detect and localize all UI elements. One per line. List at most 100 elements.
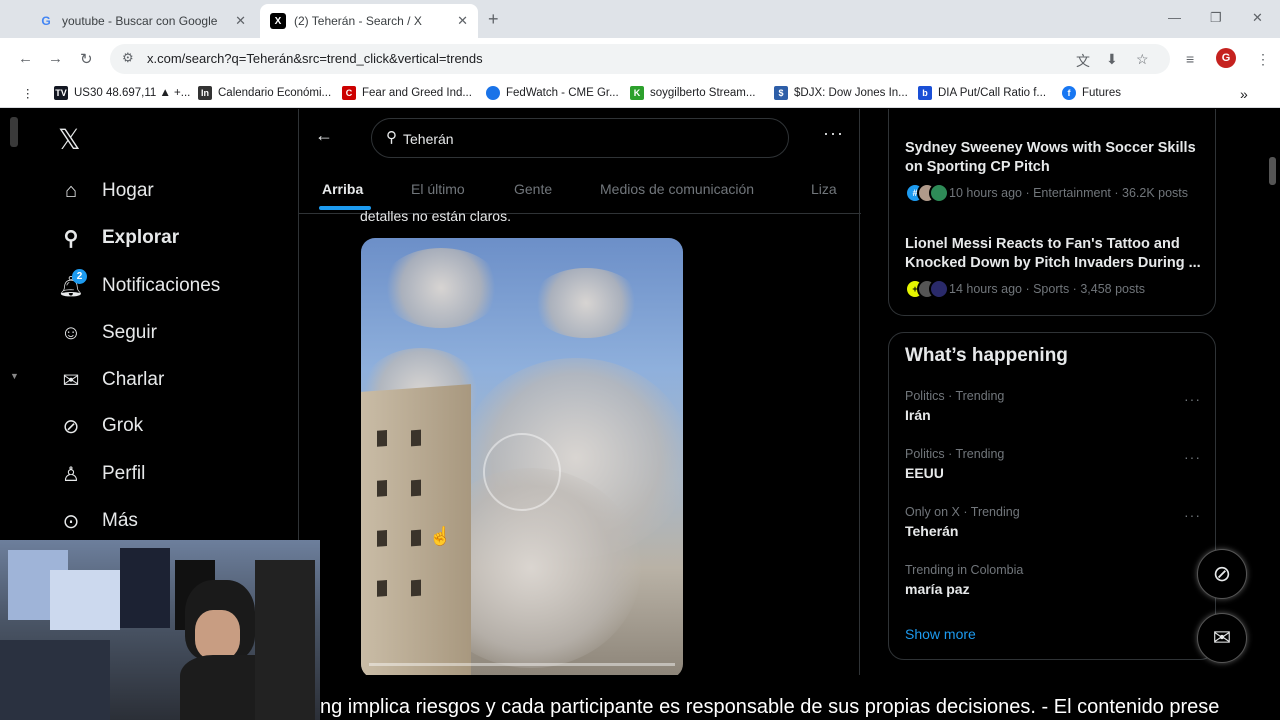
home-icon: ⌂ xyxy=(64,179,78,202)
forward-icon[interactable]: → xyxy=(48,50,63,67)
bookmarks-bar: ⋮ TV US30 48.697,11 ▲ +... In Calendario E… xyxy=(0,80,1280,108)
news-headline[interactable]: Sydney Sweeney Wows with Soccer Skills o… xyxy=(905,139,1205,177)
news-headline[interactable]: Lionel Messi Reacts to Fan's Tattoo and … xyxy=(905,235,1205,273)
person-face-image xyxy=(195,610,240,660)
video-watermark-logo xyxy=(483,433,561,511)
browser-tab-bar: G youtube - Buscar con Google ✕ X (2) Te… xyxy=(0,0,1280,38)
tab-latest[interactable]: El último xyxy=(411,181,465,197)
media-icon[interactable]: ≡ xyxy=(1186,51,1194,67)
barchart-b-icon: b xyxy=(918,86,932,100)
chevron-right-icon[interactable]: » xyxy=(1240,86,1248,102)
nav-explore[interactable]: ⚲ Explorar xyxy=(58,223,179,253)
nav-follow[interactable]: ☺ Seguir xyxy=(58,318,157,348)
bookmark-item[interactable]: In Calendario Económi... xyxy=(198,86,331,100)
kick-icon: K xyxy=(630,86,644,100)
more-options-icon[interactable]: ··· xyxy=(1184,391,1201,407)
search-value: Teherán xyxy=(403,131,454,147)
bookmark-item[interactable]: $ $DJX: Dow Jones In... xyxy=(774,86,908,100)
post-text: detalles no están claros. xyxy=(360,208,511,224)
trend-name[interactable]: Irán xyxy=(905,407,931,423)
reload-icon[interactable]: ↻ xyxy=(80,50,93,68)
minimize-icon[interactable]: — xyxy=(1168,10,1181,25)
browser-tab-google[interactable]: G youtube - Buscar con Google ✕ xyxy=(28,4,256,38)
close-icon[interactable]: ✕ xyxy=(235,13,246,29)
address-bar[interactable]: ⚙ x.com/search?q=Teherán&src=trend_click… xyxy=(110,44,1170,74)
page-scrollbar-thumb[interactable] xyxy=(1269,157,1276,185)
grok-icon: ⊘ xyxy=(62,415,80,438)
avatar xyxy=(929,279,949,299)
window-close-icon[interactable]: ✕ xyxy=(1252,10,1263,26)
nav-profile[interactable]: ♙ Perfil xyxy=(58,459,145,489)
tradingview-icon: TV xyxy=(54,86,68,100)
building-image xyxy=(361,384,471,675)
search-icon: ⚲ xyxy=(63,227,79,250)
nav-home[interactable]: ⌂ Hogar xyxy=(58,176,154,206)
nav-grok[interactable]: ⊘ Grok xyxy=(58,411,144,441)
back-arrow-icon[interactable]: ← xyxy=(315,125,333,146)
x-logo[interactable]: 𝕏 xyxy=(58,123,81,156)
avatar[interactable]: G xyxy=(1216,48,1236,68)
investing-icon: In xyxy=(198,86,212,100)
smoke-cloud xyxy=(381,248,501,328)
close-icon[interactable]: ✕ xyxy=(457,13,468,29)
more-options-icon[interactable]: ··· xyxy=(1184,449,1201,465)
news-meta: + 14 hours ago · Sports · 3,458 posts xyxy=(905,279,1145,299)
bookmark-item[interactable]: Ksoygilberto Stream... xyxy=(630,86,755,100)
globe-icon xyxy=(486,86,500,100)
smoke-cloud xyxy=(531,268,641,338)
translate-icon[interactable]: 文 xyxy=(1076,51,1090,71)
more-options-icon[interactable]: ··· xyxy=(1184,507,1201,523)
avatar xyxy=(929,183,949,203)
trend-name[interactable]: Teherán xyxy=(905,523,958,539)
nav-notifications[interactable]: 🔔︎ 2 Notificaciones xyxy=(58,269,220,301)
tab-lists[interactable]: Liza xyxy=(811,181,837,197)
bookmark-item[interactable]: FedWatch - CME Gr... xyxy=(486,86,619,100)
trend-category: Only on X · Trending xyxy=(905,505,1020,519)
bookmark-item[interactable]: C Fear and Greed Ind... xyxy=(342,86,472,100)
nav-messages[interactable]: ✉ Charlar xyxy=(58,365,165,395)
bookmark-overflow-icon[interactable]: ⋮ xyxy=(22,86,34,100)
bookmark-star-icon[interactable]: ☆ xyxy=(1136,51,1149,68)
bookmark-item[interactable]: f Futures xyxy=(1062,86,1121,100)
bookmark-item[interactable]: TV US30 48.697,11 ▲ +... xyxy=(54,86,190,100)
post-video[interactable]: ☝ xyxy=(361,238,683,675)
grok-icon: ⊘ xyxy=(1212,561,1232,586)
scrolling-disclaimer-text: ng implica riesgos y cada participante e… xyxy=(320,695,1280,720)
trend-name[interactable]: maría paz xyxy=(905,581,970,597)
facebook-icon: f xyxy=(1062,86,1076,100)
menu-kebab-icon[interactable]: ⋮ xyxy=(1256,51,1270,68)
site-info-icon[interactable]: ⚙ xyxy=(122,50,134,66)
tab-top[interactable]: Arriba xyxy=(322,181,363,197)
trend-name[interactable]: EEUU xyxy=(905,465,944,481)
poster-image xyxy=(120,548,170,628)
x-logo-icon: X xyxy=(270,13,286,29)
new-tab-icon[interactable]: + xyxy=(488,9,499,30)
tab-media[interactable]: Medios de comunicación xyxy=(600,181,754,197)
monitor-image xyxy=(50,570,120,630)
mail-icon: ✉ xyxy=(62,369,80,392)
back-icon[interactable]: ← xyxy=(18,50,33,67)
desk-image xyxy=(0,640,110,720)
grok-button[interactable]: ⊘ xyxy=(1197,549,1247,599)
video-progress-bar[interactable] xyxy=(369,663,675,666)
tab-people[interactable]: Gente xyxy=(514,181,552,197)
google-icon: G xyxy=(41,14,51,28)
browser-tab-x[interactable]: X (2) Teherán - Search / X ✕ xyxy=(260,4,478,38)
news-meta: # 10 hours ago · Entertainment · 36.2K p… xyxy=(905,183,1188,203)
search-results-column: ← ⚲ Teherán ··· Arriba El último Gente M… xyxy=(298,109,861,675)
install-icon[interactable]: ⬇ xyxy=(1106,51,1118,68)
search-input[interactable]: ⚲ Teherán xyxy=(371,118,789,158)
show-more-link[interactable]: Show more xyxy=(905,626,976,642)
more-icon: ⊙ xyxy=(62,510,80,533)
maximize-icon[interactable]: ❐ xyxy=(1210,10,1222,26)
bookmark-item[interactable]: b DIA Put/Call Ratio f... xyxy=(918,86,1046,100)
avatar-stack: # xyxy=(905,183,949,203)
browser-toolbar: ← → ↻ ⚙ x.com/search?q=Teherán&src=trend… xyxy=(0,38,1280,80)
left-scrollbar-thumb[interactable] xyxy=(10,117,18,147)
scroll-down-icon[interactable]: ▼ xyxy=(10,371,19,381)
search-icon: ⚲ xyxy=(386,129,397,146)
nav-more[interactable]: ⊙ Más xyxy=(58,506,138,536)
more-options-icon[interactable]: ··· xyxy=(823,123,844,144)
messages-button[interactable]: ✉ xyxy=(1197,613,1247,663)
person-icon: ♙ xyxy=(62,463,80,486)
